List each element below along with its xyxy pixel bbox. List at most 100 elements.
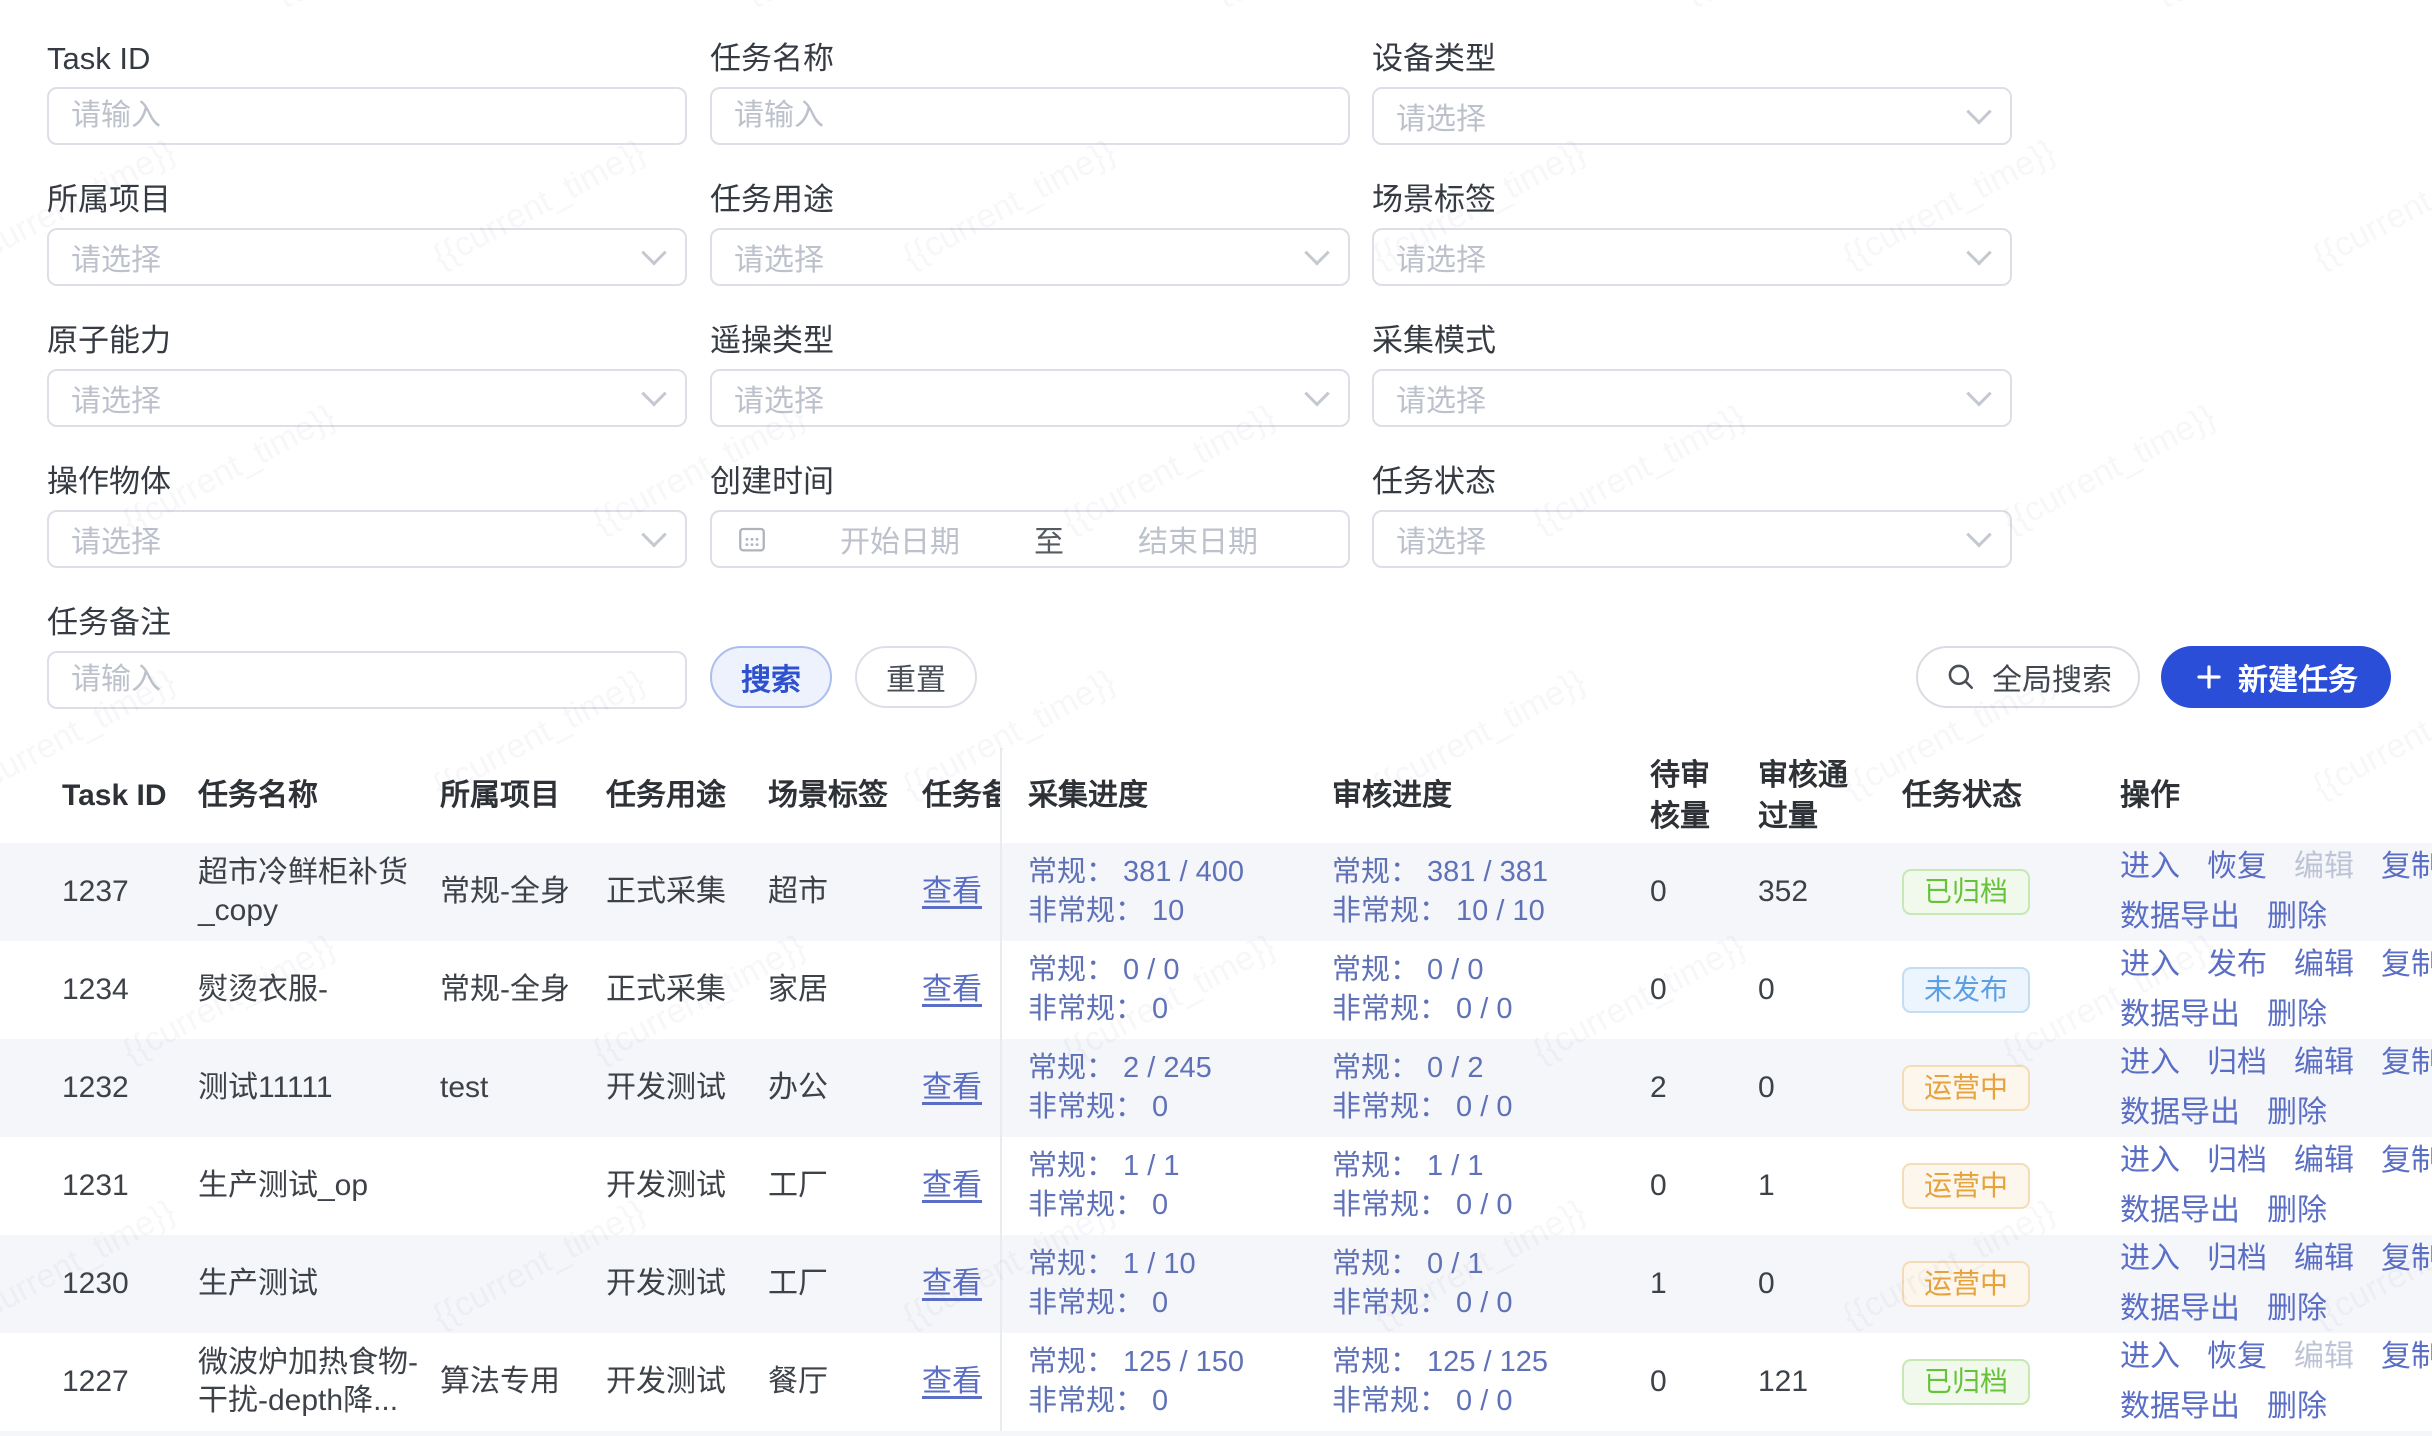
task-id-input-box[interactable] [47,87,687,145]
op-delete-link[interactable]: 删除 [2267,1388,2327,1426]
op-enter-link[interactable]: 进入 [2120,1338,2180,1376]
op-copy-link[interactable]: 复制 [2381,946,2432,984]
op-archive-link[interactable]: 归档 [2207,1240,2267,1278]
collect-irregular: 非常规： 0 [1028,1382,1168,1421]
filter-teleop-type: 遥操类型 请选择 [710,324,1350,427]
chevron-down-icon [1966,522,1991,547]
collect-irregular: 非常规： 0 [1028,1284,1168,1323]
operate-object-placeholder: 请选择 [71,517,645,561]
task-remark-input-box[interactable] [47,651,687,709]
op-export-link[interactable]: 数据导出 [2120,1388,2240,1426]
op-copy-link[interactable]: 复制 [2381,1240,2432,1278]
chevron-down-icon [641,240,666,265]
filter-collect-mode-label: 采集模式 [1372,324,2012,358]
op-enter-link[interactable]: 进入 [2120,946,2180,984]
op-restore-link[interactable]: 恢复 [2207,1338,2267,1376]
op-export-link[interactable]: 数据导出 [2120,898,2240,936]
global-search-button[interactable]: 全局搜索 [1916,646,2140,708]
op-copy-link[interactable]: 复制 [2381,1044,2432,1082]
row-actions: 进入恢复编辑复制数据导出删除 [2120,1333,2432,1431]
task-name-input-box[interactable] [710,87,1350,145]
cell-scene: 工厂 [768,1235,898,1333]
cell-pending-count: 1 [1650,1235,1770,1333]
op-enter-link[interactable]: 进入 [2120,848,2180,886]
op-enter-link[interactable]: 进入 [2120,1240,2180,1278]
op-delete-link[interactable]: 删除 [2267,1094,2327,1132]
view-remark-link[interactable]: 查看 [922,1069,982,1107]
scene-tag-select[interactable]: 请选择 [1372,228,2012,286]
op-edit-link[interactable]: 编辑 [2294,1142,2354,1180]
op-edit-link: 编辑 [2294,848,2354,886]
op-enter-link[interactable]: 进入 [2120,1044,2180,1082]
op-restore-link[interactable]: 恢复 [2207,848,2267,886]
op-edit-link[interactable]: 编辑 [2294,1240,2354,1278]
device-type-select[interactable]: 请选择 [1372,87,2012,145]
filter-atomic-ability-label: 原子能力 [47,324,687,358]
filter-task-id: Task ID [47,42,687,145]
teleop-type-select[interactable]: 请选择 [710,369,1350,427]
create-time-range-picker[interactable]: 开始日期 至 结束日期 [710,510,1350,568]
end-date-placeholder[interactable]: 结束日期 [1072,517,1324,561]
op-edit-link[interactable]: 编辑 [2294,1044,2354,1082]
project-select[interactable]: 请选择 [47,228,687,286]
reset-button[interactable]: 重置 [855,646,977,708]
chevron-down-icon [1966,99,1991,124]
start-date-placeholder[interactable]: 开始日期 [774,517,1026,561]
op-export-link[interactable]: 数据导出 [2120,996,2240,1034]
collect-progress: 常规： 381 / 400 非常规： 10 [1028,853,1244,931]
view-remark-link[interactable]: 查看 [922,1265,982,1303]
header-collect: 采集进度 [1028,748,1320,843]
op-edit-link[interactable]: 编辑 [2294,946,2354,984]
op-export-link[interactable]: 数据导出 [2120,1192,2240,1230]
watermark-text: {{current_time}} [1676,0,1901,12]
op-publish-link[interactable]: 发布 [2207,946,2267,984]
filter-device-type-label: 设备类型 [1372,42,2012,76]
cell-approved-count: 352 [1758,843,1878,941]
op-delete-link[interactable]: 删除 [2267,1290,2327,1328]
purpose-select[interactable]: 请选择 [710,228,1350,286]
filter-create-time: 创建时间 开始日期 至 结束日期 [710,465,1350,568]
view-remark-link[interactable]: 查看 [922,971,982,1009]
filter-task-id-label: Task ID [47,42,687,76]
operate-object-select[interactable]: 请选择 [47,510,687,568]
task-name-input[interactable] [734,99,1326,133]
review-progress: 常规： 0 / 2 非常规： 0 / 0 [1332,1049,1513,1127]
search-button[interactable]: 搜索 [710,646,832,708]
op-archive-link[interactable]: 归档 [2207,1044,2267,1082]
task-id-input[interactable] [71,99,663,133]
op-delete-link[interactable]: 删除 [2267,898,2327,936]
filter-task-status: 任务状态 请选择 [1372,465,2012,568]
collect-progress: 常规： 1 / 10 非常规： 0 [1028,1245,1196,1323]
view-remark-link[interactable]: 查看 [922,873,982,911]
task-status-select[interactable]: 请选择 [1372,510,2012,568]
op-copy-link[interactable]: 复制 [2381,1338,2432,1376]
view-remark-link[interactable]: 查看 [922,1167,982,1205]
task-remark-input[interactable] [71,663,663,697]
date-range-separator: 至 [1026,517,1072,561]
calendar-icon [736,523,768,555]
next-row-partial [0,1431,2432,1436]
op-copy-link[interactable]: 复制 [2381,1142,2432,1180]
cell-task-id: 1227 [62,1333,182,1431]
op-export-link[interactable]: 数据导出 [2120,1290,2240,1328]
view-remark-link[interactable]: 查看 [922,1363,982,1401]
collect-progress: 常规： 125 / 150 非常规： 0 [1028,1343,1244,1421]
op-export-link[interactable]: 数据导出 [2120,1094,2240,1132]
review-regular: 常规： 381 / 381 [1332,853,1548,892]
op-enter-link[interactable]: 进入 [2120,1142,2180,1180]
atomic-ability-select[interactable]: 请选择 [47,369,687,427]
row-actions: 进入恢复编辑复制数据导出删除 [2120,843,2432,941]
status-badge: 已归档 [1902,1359,2030,1405]
cell-purpose: 开发测试 [606,1137,746,1235]
cell-task-id: 1230 [62,1235,182,1333]
op-delete-link[interactable]: 删除 [2267,1192,2327,1230]
collect-mode-select[interactable]: 请选择 [1372,369,2012,427]
cell-name: 测试11111 [198,1039,428,1137]
atomic-ability-placeholder: 请选择 [71,376,645,420]
op-copy-link[interactable]: 复制 [2381,848,2432,886]
op-delete-link[interactable]: 删除 [2267,996,2327,1034]
watermark-text: {{current_time}} [2146,0,2371,12]
op-archive-link[interactable]: 归档 [2207,1142,2267,1180]
filter-project: 所属项目 请选择 [47,183,687,286]
create-task-button[interactable]: 新建任务 [2161,646,2391,708]
